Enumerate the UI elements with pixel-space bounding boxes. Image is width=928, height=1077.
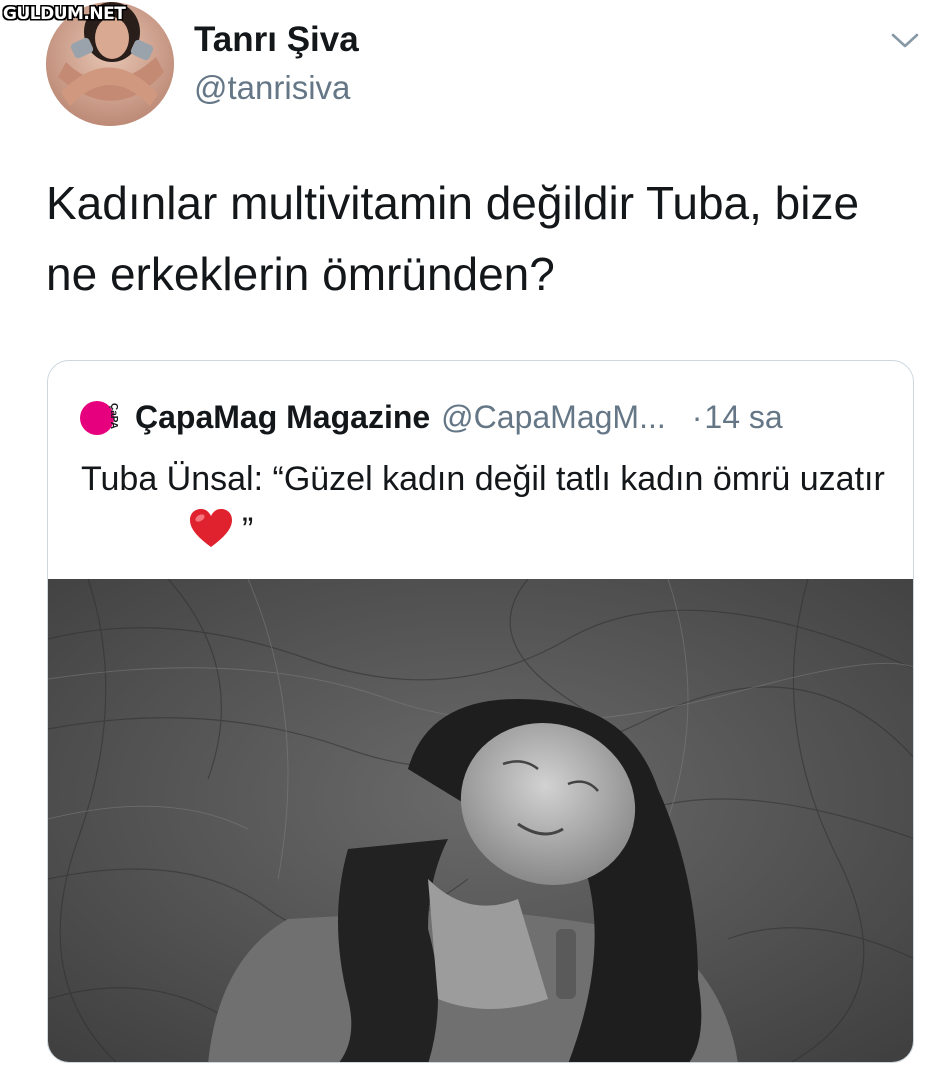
- quoted-tweet-card[interactable]: ÇaPA ÇapaMag Magazine @CapaMagM... · 14 …: [47, 360, 914, 1063]
- quoted-tweet-photo[interactable]: [48, 578, 913, 1062]
- header-separator: ·: [691, 398, 703, 435]
- display-name[interactable]: Tanrı Şiva: [194, 20, 359, 60]
- quoted-timestamp[interactable]: 14 sa: [704, 399, 782, 436]
- quoted-tweet-header: ÇaPA ÇapaMag Magazine @CapaMagM... · 14 …: [79, 397, 783, 437]
- quoted-tweet-text: Tuba Ünsal: “Güzel kadın değil tatlı kad…: [81, 460, 885, 498]
- red-heart-emoji-icon: [190, 509, 232, 547]
- quoted-user-handle[interactable]: @CapaMagM...: [441, 399, 666, 436]
- logo-text: ÇaPA: [108, 403, 119, 429]
- chevron-down-icon[interactable]: [889, 26, 921, 54]
- tweet-text: Kadınlar multivitamin değildir Tuba, biz…: [46, 177, 860, 300]
- watermark: GULDUM.NET: [3, 4, 126, 24]
- quoted-display-name[interactable]: ÇapaMag Magazine: [135, 399, 430, 436]
- user-handle[interactable]: @tanrisiva: [194, 68, 350, 108]
- photo-image: [48, 578, 913, 1062]
- closing-quote: ”: [242, 511, 254, 549]
- capamag-logo-icon: ÇaPA: [80, 401, 119, 435]
